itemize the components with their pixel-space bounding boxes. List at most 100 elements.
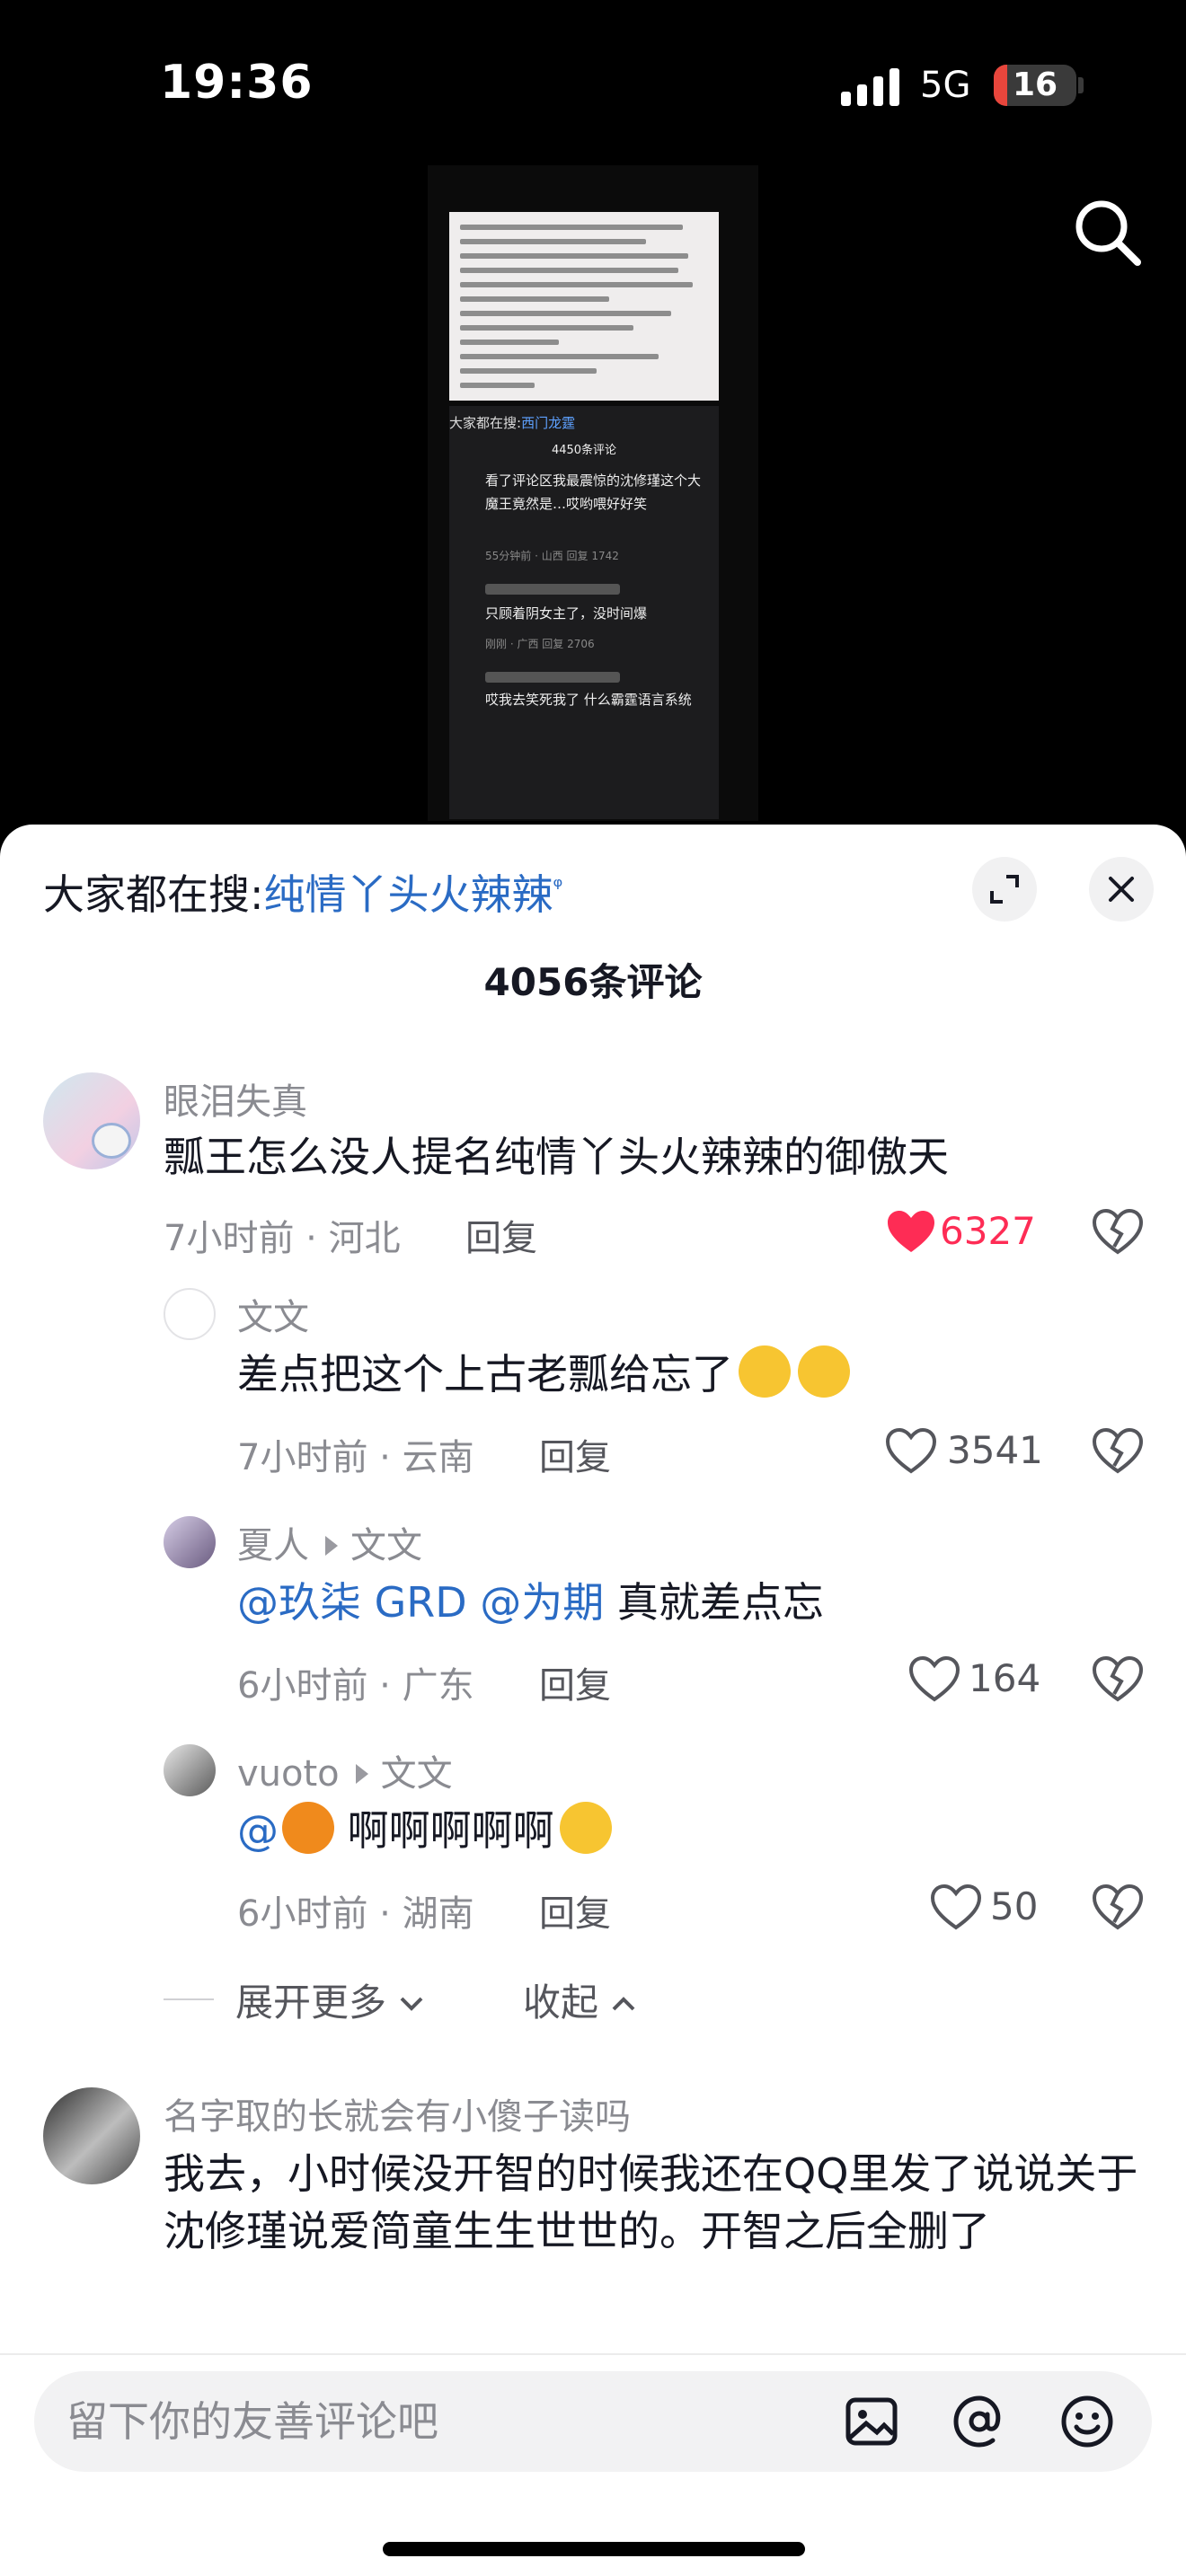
video-comment-text: 看了评论区我最震惊的沈修瑾这个大魔王竟然是…哎哟喂好好笑 [485, 472, 702, 512]
crying-emoji-icon [739, 1345, 791, 1398]
document-text-line [460, 383, 535, 388]
battery-indicator: 16 [994, 65, 1076, 106]
network-type: 5G [920, 65, 971, 106]
dislike-icon[interactable] [1093, 1428, 1143, 1475]
avatar[interactable] [43, 2087, 140, 2184]
video-search-row: 大家都在搜:西门龙霆 [449, 413, 575, 432]
heart-icon[interactable] [909, 1656, 960, 1703]
video-comment-panel: 大家都在搜:西门龙霆 4450条评论 看了评论区我最震惊的沈修瑾这个大魔王竟然是… [449, 406, 719, 819]
home-indicator[interactable] [383, 2542, 805, 2556]
dislike-icon[interactable] [1093, 1209, 1143, 1256]
video-blurred-name [485, 672, 620, 683]
comment-author[interactable]: 夏人 文文 [237, 1516, 422, 1568]
video-search-keyword: 西门龙霆 [521, 415, 576, 431]
dislike-icon[interactable] [1093, 1884, 1143, 1931]
comment-input-box[interactable] [34, 2371, 1152, 2472]
expand-button[interactable] [972, 857, 1037, 922]
battery-cap [1078, 77, 1084, 93]
comment-input[interactable] [66, 2371, 803, 2472]
comment-text: 我去，小时候没开智的时候我还在QQ里发了说说关于沈修瑾说爱简童生生世世的。开智之… [164, 2149, 1138, 2255]
heart-icon[interactable] [886, 1209, 936, 1256]
search-icon[interactable] [1069, 194, 1145, 269]
collapse-button[interactable]: 收起 [523, 1972, 637, 2027]
trending-search-label: 大家都在搜: [43, 870, 264, 919]
video-comment-count: 4450条评论 [551, 444, 617, 457]
comment-time-location: 7小时前 · 云南 [237, 1437, 474, 1478]
status-bar: 19:36 5G 16 [0, 0, 1186, 171]
crying-emoji-icon [798, 1345, 850, 1398]
heart-icon[interactable] [931, 1884, 981, 1931]
comment-count-title: 4056条评论 [483, 960, 703, 1004]
avatar[interactable] [43, 1072, 140, 1169]
mention-link[interactable]: @ [237, 1806, 279, 1855]
trending-search-row[interactable]: 大家都在搜:纯情丫头火辣辣ᵠ [43, 862, 562, 922]
heart-icon[interactable] [886, 1428, 936, 1475]
like-count: 3541 [947, 1428, 1043, 1472]
avatar[interactable] [164, 1744, 216, 1796]
expand-more-button[interactable]: 展开更多 [235, 1972, 425, 2027]
search-small-icon: ᵠ [553, 873, 563, 901]
reply-arrow-icon [355, 1764, 368, 1784]
trending-search-keyword[interactable]: 纯情丫头火辣辣 [264, 870, 553, 919]
signal-icon [841, 68, 899, 106]
document-text-line [460, 354, 659, 359]
mention-link[interactable]: @玖柒 GRD @为期 [237, 1578, 604, 1627]
document-text-line [460, 239, 646, 244]
expand-divider [164, 1998, 214, 2000]
reply-button[interactable]: 回复 [539, 1428, 611, 1480]
comment-text: @ 啊啊啊啊啊 [237, 1802, 612, 1859]
video-search-label: 大家都在搜: [449, 415, 522, 431]
expand-more-label: 展开更多 [235, 1981, 387, 2025]
comment-text-body: 啊啊啊啊啊 [334, 1806, 554, 1855]
document-text-line [460, 368, 597, 374]
comment-author[interactable]: 眼泪失真 [164, 1072, 307, 1125]
comment-time-location: 7小时前 · 河北 [164, 1218, 401, 1259]
collapse-label: 收起 [523, 1981, 599, 2025]
comment-text: 瓢王怎么没人提名纯情丫头火辣辣的御傲天 [164, 1133, 949, 1181]
document-text-line [460, 225, 683, 230]
comment-author[interactable]: 名字取的长就会有小傻子读吗 [164, 2087, 631, 2139]
document-text-line [460, 340, 559, 345]
video-comment-meta: 刚刚 · 广西 回复 2706 [485, 638, 595, 650]
close-icon [1109, 877, 1134, 902]
comment-author[interactable]: vuoto 文文 [237, 1744, 453, 1796]
document-text-line [460, 325, 633, 331]
video-player[interactable]: 大家都在搜:西门龙霆 4450条评论 看了评论区我最震惊的沈修瑾这个大魔王竟然是… [428, 165, 758, 821]
reply-arrow-icon [325, 1536, 338, 1556]
reply-button[interactable]: 回复 [539, 1656, 611, 1708]
document-text-line [460, 253, 688, 259]
at-icon[interactable] [951, 2393, 1008, 2450]
avatar-detail [92, 1123, 131, 1159]
avatar[interactable] [164, 1288, 216, 1340]
close-button[interactable] [1089, 857, 1154, 922]
comment-author-name: vuoto [237, 1753, 340, 1795]
like-count: 164 [969, 1656, 1041, 1700]
document-text-line [460, 268, 678, 273]
image-icon[interactable] [843, 2393, 900, 2450]
video-document-image [449, 212, 719, 401]
expand-icon [990, 875, 1019, 904]
document-text-line [460, 296, 609, 302]
reply-to-name: 文文 [380, 1753, 453, 1795]
video-blurred-name [485, 584, 620, 595]
chevron-up-icon [612, 1997, 635, 2011]
comment-time-location: 6小时前 · 广东 [237, 1665, 474, 1707]
status-time: 19:36 [160, 56, 314, 110]
video-comment-meta: 55分钟前 · 山西 回复 1742 [485, 550, 619, 562]
comment-input-bar [0, 2353, 1186, 2576]
like-count: 50 [990, 1884, 1039, 1928]
emoji-icon[interactable] [1058, 2393, 1116, 2450]
dislike-icon[interactable] [1093, 1656, 1143, 1703]
video-comment-text: 只顾着阴女主了，没时间爆 [485, 605, 648, 622]
comment-time-location: 6小时前 · 湖南 [237, 1893, 474, 1935]
chevron-down-icon [400, 1997, 423, 2011]
avatar[interactable] [164, 1516, 216, 1568]
comment-author[interactable]: 文文 [237, 1288, 309, 1340]
reply-button[interactable]: 回复 [465, 1209, 537, 1261]
comment-author-name: 夏人 [237, 1525, 309, 1566]
like-count: 6327 [940, 1209, 1036, 1253]
video-comment-text: 哎我去笑死我了 什么霸霆语言系统 [485, 692, 692, 708]
rolling-eyes-emoji-icon [559, 1802, 612, 1854]
battery-percent: 16 [1012, 66, 1058, 103]
reply-button[interactable]: 回复 [539, 1884, 611, 1936]
